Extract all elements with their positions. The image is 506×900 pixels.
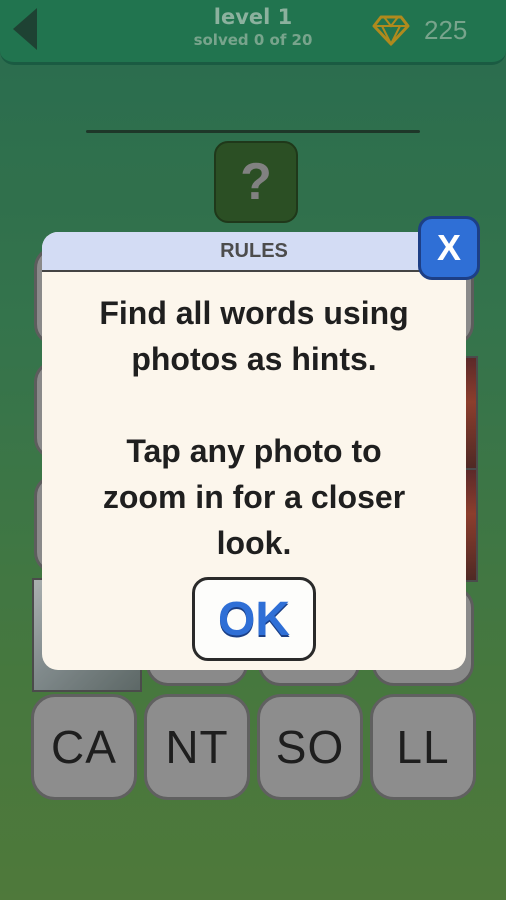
ok-button[interactable]: OK [192,577,316,661]
dialog-title: RULES [42,232,466,272]
rules-line: look. [216,525,292,561]
rules-line: Tap any photo to [126,433,382,469]
ok-label: OK [218,592,290,646]
rules-text: Find all words using photos as hints. Ta… [42,290,466,566]
close-icon: X [436,227,461,268]
close-button[interactable]: X [418,216,480,280]
rules-line: photos as hints. [131,341,377,377]
rules-line: Find all words using [99,295,409,331]
rules-line: zoom in for a closer [102,479,406,515]
